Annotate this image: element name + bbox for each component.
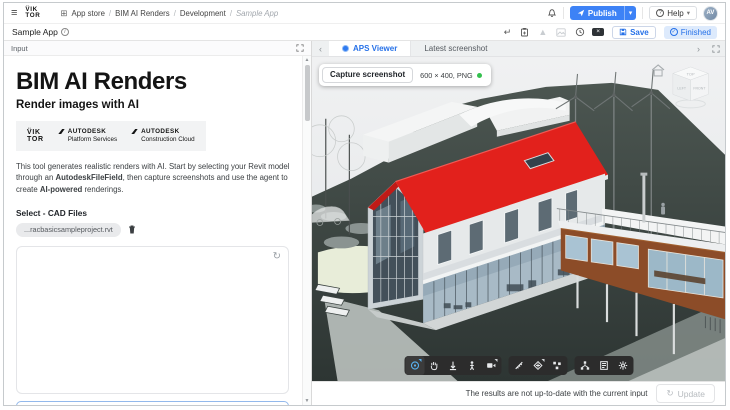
publish-icon (577, 9, 585, 17)
update-refresh-icon: ↻ (666, 388, 673, 399)
check-circle-icon: ✓ (670, 28, 678, 36)
measure-tool[interactable] (509, 356, 528, 375)
user-avatar[interactable]: AV (703, 6, 718, 21)
image-icon (554, 28, 568, 37)
refresh-icon[interactable]: ↻ (273, 251, 281, 262)
svg-text:TOP: TOP (687, 71, 695, 76)
breadcrumb-separator: / (174, 9, 176, 18)
autodesk-platform-services-logo: AUTODESKPlatform Services (58, 128, 117, 144)
publish-dropdown-caret[interactable]: ▾ (625, 6, 637, 20)
next-tab-chevron-icon[interactable]: › (690, 41, 707, 56)
input-panel-header: Input (4, 41, 311, 56)
scroll-down-icon[interactable]: ▼ (303, 398, 311, 404)
finished-button[interactable]: ✓ Finished (664, 26, 717, 39)
aps-3d-canvas[interactable]: TOP LEFT FRONT (312, 57, 725, 381)
collapse-panel-chevron-icon[interactable]: ‹ (312, 41, 329, 56)
left-panel-scrollbar[interactable]: ▲ ▼ (302, 56, 311, 405)
capture-screenshot-button[interactable]: Capture screenshot (322, 67, 413, 83)
results-status-bar: The results are not up-to-date with the … (312, 381, 725, 405)
svg-text:LEFT: LEFT (677, 86, 686, 90)
page-title: BIM AI Renders (16, 68, 289, 96)
breadcrumb-separator: / (109, 9, 111, 18)
navigation-tools-group (404, 356, 501, 375)
scroll-up-icon[interactable]: ▲ (303, 57, 311, 63)
page-subtitle: Render images with AI (16, 99, 289, 111)
status-green-dot (477, 73, 482, 78)
autodesk-mark-icon (58, 128, 65, 135)
autodesk-construction-cloud-logo: AUTODESKConstruction Cloud (131, 128, 195, 144)
breadcrumb-sample-app: Sample App (236, 9, 278, 18)
input-panel: Input BIM AI Renders Render images with … (4, 41, 312, 405)
viktor-logo-small: V̈IK TOR (27, 129, 44, 144)
breadcrumb: ⊞ App store / BIM AI Renders / Developme… (60, 8, 278, 19)
delete-file-trash-icon[interactable] (128, 225, 136, 234)
save-button[interactable]: Save (612, 26, 656, 39)
viewer-toolbar (404, 356, 633, 375)
breadcrumb-bim-ai-renders[interactable]: BIM AI Renders (115, 9, 170, 18)
publish-button[interactable]: Publish ▾ (570, 6, 636, 20)
viktor-logo[interactable]: V̈IK TOR (25, 7, 40, 20)
expand-panel-icon[interactable] (296, 44, 304, 52)
tab-aps-viewer[interactable]: APS Viewer (329, 41, 411, 56)
app-grid-icon: ⊞ (60, 8, 67, 19)
model-browser-tool[interactable] (575, 356, 594, 375)
capture-bar: Capture screenshot 600 × 400, PNG (319, 64, 491, 86)
orbit-tool[interactable] (405, 356, 424, 375)
prompt-input[interactable]: Generate a photorealistic, golden hour, … (16, 401, 289, 405)
save-disk-icon (619, 28, 627, 36)
tab-latest-screenshot[interactable]: Latest screenshot (411, 41, 500, 56)
viewer-tab-bar: ‹ APS Viewer Latest screenshot › (312, 41, 725, 57)
zoom-tool[interactable] (443, 356, 462, 375)
fullscreen-icon[interactable] (707, 41, 725, 56)
tool-description: This tool generates realistic renders wi… (16, 161, 292, 196)
aps-3d-viewer[interactable]: TOP LEFT FRONT Capture screenshot 600 × … (312, 57, 725, 381)
help-button[interactable]: ? Help ▾ (649, 6, 697, 20)
viewer-panel: ‹ APS Viewer Latest screenshot › (312, 41, 725, 405)
svg-text:FRONT: FRONT (693, 86, 706, 90)
first-person-tool[interactable] (462, 356, 481, 375)
help-question-icon: ? (656, 9, 664, 17)
partner-logos: V̈IK TOR AUTODESKPlatform Services AUTOD… (16, 121, 206, 151)
clear-backspace-icon[interactable]: × (592, 28, 604, 37)
section-tool[interactable] (528, 356, 547, 375)
history-clock-icon[interactable] (573, 27, 587, 37)
update-button[interactable]: ↻ Update (656, 384, 715, 403)
warning-icon: ▲ (536, 27, 549, 37)
stale-results-message: The results are not up-to-date with the … (466, 389, 648, 398)
help-caret-icon: ▾ (687, 9, 690, 17)
breadcrumb-separator: / (230, 9, 232, 18)
top-header: ≡ V̈IK TOR ⊞ App store / BIM AI Renders … (4, 3, 725, 24)
agent-chat-card: ↻ (16, 246, 289, 394)
analysis-tools-group (508, 356, 567, 375)
info-icon[interactable]: i (61, 28, 69, 36)
settings-tools-group (574, 356, 633, 375)
properties-tool[interactable] (594, 356, 613, 375)
notifications-bell-icon[interactable] (547, 8, 557, 18)
app-name: Sample App i (12, 27, 69, 37)
aps-viewer-icon (342, 45, 349, 52)
app-window: ≡ V̈IK TOR ⊞ App store / BIM AI Renders … (3, 2, 726, 406)
input-panel-body: BIM AI Renders Render images with AI V̈I… (4, 56, 311, 405)
selected-file-chip[interactable]: ...racbasicsampleproject.rvt (16, 223, 121, 237)
pan-tool[interactable] (424, 356, 443, 375)
scrollbar-thumb[interactable] (305, 65, 310, 121)
autodesk-mark-icon (131, 128, 138, 135)
hamburger-menu-icon[interactable]: ≡ (11, 8, 17, 19)
settings-gear-tool[interactable] (613, 356, 632, 375)
breadcrumb-app-store[interactable]: App store (72, 9, 105, 18)
capture-resolution: 600 × 400, PNG (420, 71, 482, 80)
cad-files-field-label: Select - CAD Files (16, 208, 289, 218)
explode-tool[interactable] (547, 356, 566, 375)
clipboard-icon[interactable] (518, 27, 531, 37)
camera-tool[interactable] (481, 356, 500, 375)
undo-icon[interactable]: ↵ (502, 27, 514, 38)
breadcrumb-development[interactable]: Development (180, 9, 226, 18)
app-toolbar: Sample App i ↵ ▲ × Save ✓ Finished (4, 24, 725, 41)
